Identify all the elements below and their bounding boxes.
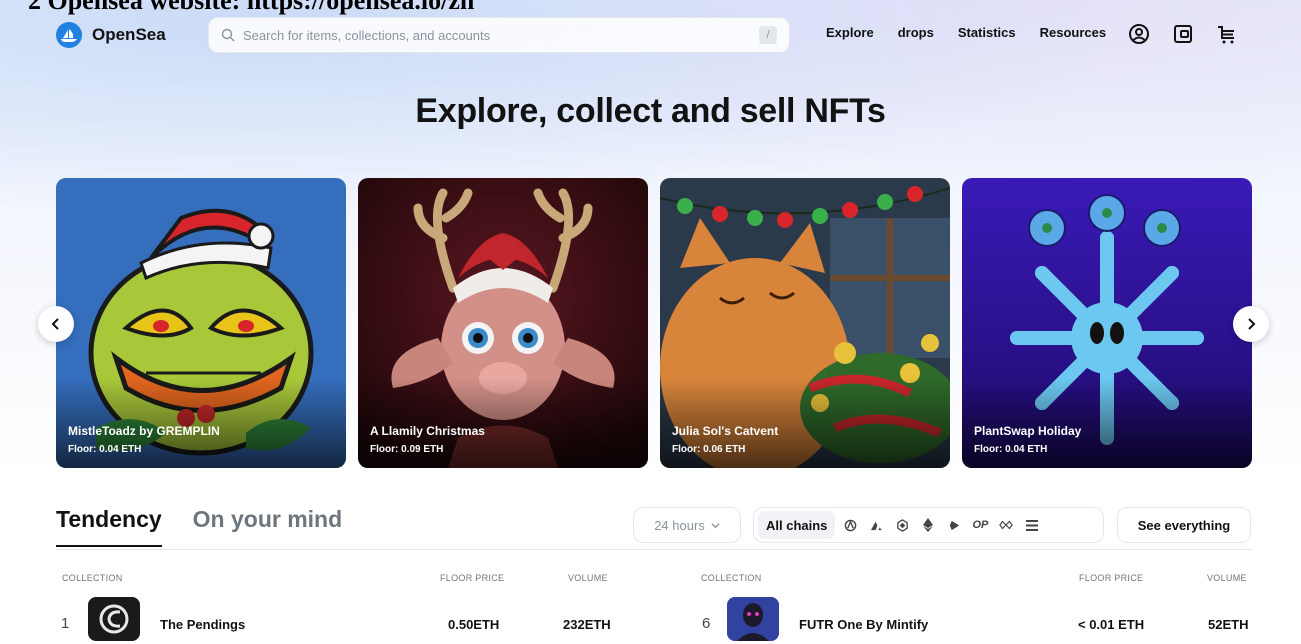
nav-icon-group	[1126, 21, 1240, 47]
nav-explore[interactable]: Explore	[826, 25, 874, 40]
row-rank: 1	[61, 615, 70, 632]
bnb-chain-icon[interactable]	[891, 511, 913, 539]
card-title: Julia Sol's Catvent	[672, 424, 779, 438]
column-header-collection: COLLECTION	[62, 573, 123, 583]
featured-carousel: MistleToadz by GREMPLIN Floor: 0.04 ETH	[38, 178, 1269, 468]
card-title: A Llamily Christmas	[370, 424, 485, 438]
solana-chain-icon[interactable]	[1021, 511, 1043, 539]
opensea-logo[interactable]: OpenSea	[56, 22, 166, 48]
optimism-chain-icon[interactable]: OP	[969, 511, 991, 539]
carousel-next-button[interactable]	[1233, 306, 1269, 342]
nav-resources[interactable]: Resources	[1040, 25, 1106, 40]
klaytn-chain-icon[interactable]	[943, 511, 965, 539]
cart-icon[interactable]	[1214, 21, 1240, 47]
column-header-volume-right: VOLUME	[1207, 573, 1247, 583]
search-icon	[221, 28, 235, 42]
carousel-prev-button[interactable]	[38, 306, 74, 342]
chevron-right-icon	[1248, 318, 1256, 330]
tabs-divider	[56, 549, 1252, 550]
chain-all-button[interactable]: All chains	[758, 511, 836, 539]
collection-floor-price: 0.50ETH	[448, 617, 500, 632]
tab-on-your-mind[interactable]: On your mind	[193, 506, 343, 547]
nav-drops[interactable]: drops	[898, 25, 934, 40]
card-floor-price: Floor: 0.04 ETH	[974, 444, 1048, 455]
ranking-tabs: Tendency On your mind	[56, 506, 342, 547]
column-header-floor-price: FLOOR PRICE	[440, 573, 505, 583]
ethereum-chain-icon[interactable]	[917, 511, 939, 539]
card-title: MistleToadz by GREMPLIN	[68, 424, 220, 438]
polygon-chain-icon[interactable]	[995, 511, 1017, 539]
tab-tendency[interactable]: Tendency	[56, 506, 162, 547]
main-nav: Explore drops Statistics Resources	[826, 25, 1106, 40]
collection-thumbnail	[727, 597, 779, 641]
card-floor-price: Floor: 0.09 ETH	[370, 444, 444, 455]
carousel-card-mistletoadz[interactable]: MistleToadz by GREMPLIN Floor: 0.04 ETH	[56, 178, 346, 468]
see-everything-button[interactable]: See everything	[1117, 507, 1251, 543]
chevron-down-icon	[711, 522, 720, 528]
search-input[interactable]	[243, 27, 751, 43]
collection-floor-price: < 0.01 ETH	[1078, 617, 1145, 632]
time-range-value: 24 hours	[654, 517, 705, 533]
collection-thumbnail	[88, 597, 140, 641]
column-header-volume: VOLUME	[568, 573, 608, 583]
chain-filter: All chains OP	[753, 507, 1104, 543]
arbitrum-chain-icon[interactable]	[839, 511, 861, 539]
avalanche-chain-icon[interactable]	[865, 511, 887, 539]
wallet-icon[interactable]	[1170, 21, 1196, 47]
account-icon[interactable]	[1126, 21, 1152, 47]
logo-text: OpenSea	[92, 25, 166, 44]
column-header-floor-price-right: FLOOR PRICE	[1079, 573, 1144, 583]
collection-volume: 232ETH	[563, 617, 611, 632]
top-navigation-bar: OpenSea / Explore drops Statistics Resou…	[0, 14, 1301, 58]
collection-name: The Pendings	[160, 617, 246, 632]
opensea-logo-icon	[56, 22, 82, 48]
card-floor-price: Floor: 0.06 ETH	[672, 444, 746, 455]
card-floor-price: Floor: 0.04 ETH	[68, 444, 142, 455]
row-rank: 6	[702, 615, 711, 632]
carousel-card-llamily-christmas[interactable]: A Llamily Christmas Floor: 0.09 ETH	[358, 178, 648, 468]
search-bar[interactable]: /	[208, 17, 790, 53]
time-range-dropdown[interactable]: 24 hours	[633, 507, 741, 543]
carousel-card-plantswap-holiday[interactable]: PlantSwap Holiday Floor: 0.04 ETH	[962, 178, 1252, 468]
collection-name: FUTR One By Mintify	[799, 617, 929, 632]
carousel-card-julia-sols-catvent[interactable]: Julia Sol's Catvent Floor: 0.06 ETH	[660, 178, 950, 468]
collection-volume: 52ETH	[1208, 617, 1249, 632]
chevron-left-icon	[51, 318, 59, 330]
column-header-collection-right: COLLECTION	[701, 573, 762, 583]
card-title: PlantSwap Holiday	[974, 424, 1082, 438]
nav-statistics[interactable]: Statistics	[958, 25, 1016, 40]
page-caption: 2 Opensea website: https://opensea.io/zh	[28, 0, 475, 15]
search-shortcut-key: /	[759, 26, 777, 44]
page-headline: Explore, collect and sell NFTs	[415, 92, 886, 130]
